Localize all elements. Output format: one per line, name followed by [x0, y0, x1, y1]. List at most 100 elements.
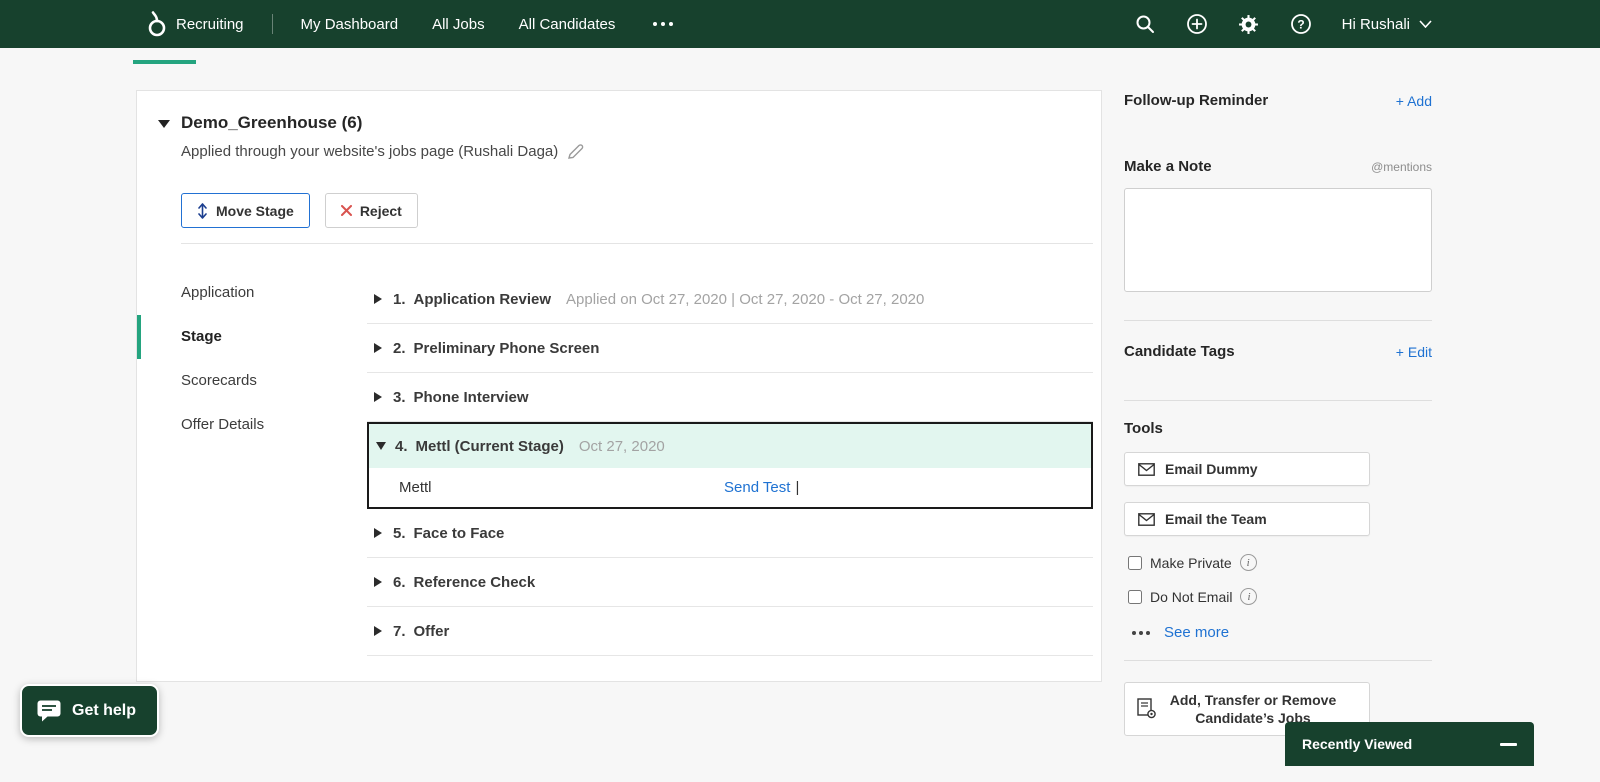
stage-number: 2.	[393, 339, 406, 357]
chevron-right-icon	[374, 577, 382, 587]
chat-bubble-icon	[37, 700, 61, 721]
settings-gear-icon[interactable]	[1238, 13, 1260, 35]
active-tab-indicator	[133, 60, 196, 64]
info-icon[interactable]	[1240, 588, 1258, 605]
header-divider	[181, 243, 1093, 244]
user-greeting: Hi Rushali	[1341, 15, 1410, 33]
send-test-link[interactable]: Send Test	[724, 479, 790, 496]
chevron-right-icon	[374, 294, 382, 304]
nav-item-all-jobs[interactable]: All Jobs	[432, 16, 485, 33]
stage-name: Phone Interview	[413, 388, 529, 406]
stage-meta: Oct 27, 2020	[578, 437, 665, 455]
detail-tabs: Application Stage Scorecards Offer Detai…	[137, 271, 337, 447]
nav-divider	[271, 14, 273, 34]
get-help-button[interactable]: Get help	[20, 684, 159, 737]
stage-number: 1.	[393, 290, 406, 308]
stage-row-preliminary-phone-screen[interactable]: 2. Preliminary Phone Screen	[367, 324, 1093, 373]
stage-row-mettl-current[interactable]: 4. Mettl (Current Stage) Oct 27, 2020	[369, 424, 1091, 468]
stage-row-application-review[interactable]: 1. Application Review Applied on Oct 27,…	[367, 275, 1093, 324]
move-stage-label: Move Stage	[216, 202, 294, 219]
stage-number: 5.	[393, 524, 406, 542]
tags-edit-link[interactable]: + Edit	[1396, 344, 1432, 360]
brand[interactable]: Recruiting	[148, 11, 244, 37]
see-more-link[interactable]: See more	[1164, 624, 1229, 641]
email-dummy-label: Email Dummy	[1165, 461, 1258, 477]
stage-meta: Applied on Oct 27, 2020 | Oct 27, 2020 -…	[566, 290, 925, 308]
make-private-label: Make Private	[1150, 554, 1232, 571]
right-sidebar: Follow-up Reminder + Add Make a Note @me…	[1124, 84, 1432, 774]
chevron-down-icon	[376, 442, 386, 450]
collapse-caret-icon[interactable]	[158, 120, 170, 128]
stage-number: 7.	[393, 622, 406, 640]
chevron-right-icon	[374, 626, 382, 636]
tab-scorecards[interactable]: Scorecards	[137, 359, 337, 403]
stage-number: 6.	[393, 573, 406, 591]
reject-button[interactable]: Reject	[324, 193, 418, 228]
tools-title: Tools	[1124, 420, 1163, 437]
ellipsis-icon	[1132, 630, 1150, 635]
svg-text:?: ?	[1297, 18, 1304, 32]
move-stage-arrows-icon	[198, 202, 207, 219]
brand-name: Recruiting	[176, 15, 244, 33]
search-icon[interactable]	[1134, 13, 1156, 35]
chevron-right-icon	[374, 528, 382, 538]
get-help-label: Get help	[72, 701, 137, 719]
stage-row-face-to-face[interactable]: 5. Face to Face	[367, 509, 1093, 558]
email-team-button[interactable]: Email the Team	[1124, 502, 1370, 536]
sidebar-divider	[1124, 400, 1432, 401]
more-menu-icon[interactable]	[649, 16, 677, 32]
tab-offer-details[interactable]: Offer Details	[137, 403, 337, 447]
stage-row-reference-check[interactable]: 6. Reference Check	[367, 558, 1093, 607]
reject-x-icon	[340, 205, 352, 216]
make-a-note-title: Make a Note	[1124, 158, 1212, 175]
do-not-email-label: Do Not Email	[1150, 588, 1233, 605]
chevron-right-icon	[374, 392, 382, 402]
nav-item-all-candidates[interactable]: All Candidates	[519, 16, 616, 33]
stage-name: Preliminary Phone Screen	[413, 339, 600, 357]
followup-reminder-title: Follow-up Reminder	[1124, 92, 1269, 109]
recently-viewed-label: Recently Viewed	[1302, 736, 1413, 752]
greenhouse-logo-icon	[148, 11, 166, 37]
stage-name: Mettl (Current Stage)	[415, 437, 564, 455]
info-icon[interactable]	[1239, 554, 1257, 571]
note-input[interactable]	[1124, 188, 1432, 292]
add-icon[interactable]	[1186, 13, 1208, 35]
minimize-icon[interactable]	[1500, 742, 1517, 746]
separator: |	[795, 479, 800, 496]
recently-viewed-bar[interactable]: Recently Viewed	[1285, 722, 1534, 766]
stage-number: 4.	[395, 437, 408, 455]
do-not-email-checkbox[interactable]	[1128, 589, 1142, 604]
candidate-job-card: Demo_Greenhouse (6) Applied through your…	[136, 90, 1102, 682]
chevron-down-icon	[1419, 20, 1432, 28]
email-dummy-button[interactable]: Email Dummy	[1124, 452, 1370, 486]
stage-name: Reference Check	[413, 573, 536, 591]
candidate-tags-title: Candidate Tags	[1124, 343, 1235, 360]
stage-row-phone-interview[interactable]: 3. Phone Interview	[367, 373, 1093, 422]
envelope-icon	[1138, 512, 1155, 526]
stage-number: 3.	[393, 388, 406, 406]
stage-list: 1. Application Review Applied on Oct 27,…	[367, 275, 1093, 656]
user-menu[interactable]: Hi Rushali	[1342, 16, 1432, 33]
reject-label: Reject	[359, 202, 402, 219]
job-source-text: Applied through your website's jobs page…	[181, 143, 559, 160]
jobs-transfer-icon	[1137, 698, 1156, 719]
stage-row-offer[interactable]: 7. Offer	[367, 607, 1093, 656]
tab-stage[interactable]: Stage	[137, 315, 337, 359]
move-stage-button[interactable]: Move Stage	[181, 193, 310, 228]
tab-application[interactable]: Application	[137, 271, 337, 315]
sidebar-divider	[1124, 320, 1432, 321]
test-name: Mettl	[399, 479, 432, 496]
nav-item-my-dashboard[interactable]: My Dashboard	[301, 16, 399, 33]
envelope-icon	[1138, 462, 1155, 476]
edit-pencil-icon[interactable]	[567, 143, 584, 160]
help-icon[interactable]: ?	[1290, 13, 1312, 35]
followup-add-link[interactable]: + Add	[1396, 93, 1432, 109]
current-stage-detail: Mettl Send Test |	[369, 468, 1091, 507]
job-title: Demo_Greenhouse (6)	[181, 113, 363, 132]
make-private-checkbox[interactable]	[1128, 555, 1142, 570]
stage-name: Application Review	[413, 290, 552, 308]
current-stage-block: 4. Mettl (Current Stage) Oct 27, 2020 Me…	[367, 422, 1093, 509]
stage-name: Offer	[413, 622, 450, 640]
chevron-right-icon	[374, 343, 382, 353]
sidebar-divider	[1124, 660, 1432, 661]
